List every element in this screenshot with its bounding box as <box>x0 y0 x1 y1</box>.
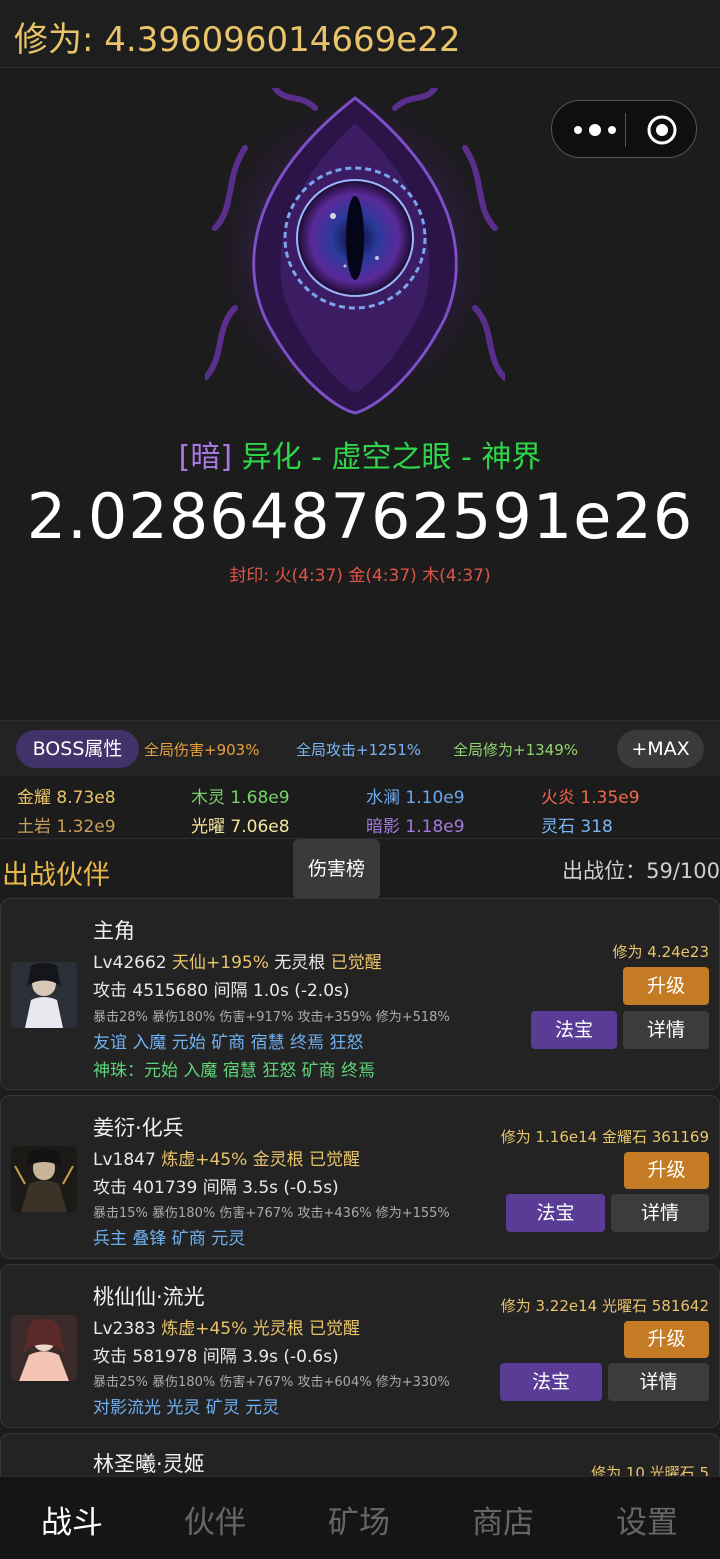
partner-awakened: 已觉醒 <box>309 1319 361 1339</box>
partner-right-info: 修为 4.24e23 <box>612 943 709 961</box>
more-icon[interactable] <box>570 116 620 144</box>
tab-battle[interactable]: 战斗 <box>41 1497 103 1542</box>
close-miniprogram-icon[interactable] <box>646 114 678 146</box>
partner-avatar[interactable] <box>11 962 77 1028</box>
damage-ranking-button[interactable]: 伤害榜 <box>293 839 380 899</box>
partner-card: 主角 Lv42662 天仙+195% 无灵根 已觉醒 攻击 4515680 间隔… <box>0 898 720 1090</box>
boss-attributes-button[interactable]: BOSS属性 <box>16 730 139 768</box>
max-button[interactable]: +MAX <box>617 730 704 768</box>
detail-button[interactable]: 详情 <box>623 1011 709 1049</box>
global-attack-buff: 全局攻击+1251% <box>296 741 421 759</box>
upgrade-button[interactable]: 升级 <box>624 1321 709 1358</box>
section-title: 出战伙伴 <box>2 860 110 891</box>
miniprogram-capsule <box>551 100 697 158</box>
partner-skills: 友谊 入魔 元始 矿商 宿慧 终焉 狂怒 <box>93 1033 364 1053</box>
upgrade-button[interactable]: 升级 <box>624 1152 709 1189</box>
partner-avatar[interactable] <box>11 1146 77 1212</box>
partner-awakened: 已觉醒 <box>330 953 382 973</box>
partner-avatar[interactable] <box>11 1315 77 1381</box>
capsule-divider <box>625 113 626 147</box>
resource-earth: 土岩 1.32e9 <box>17 817 116 837</box>
partner-root: 无灵根 <box>274 953 326 973</box>
boss-void-eye-image[interactable] <box>205 88 505 418</box>
treasure-button[interactable]: 法宝 <box>500 1363 602 1401</box>
global-cultivation-buff: 全局修为+1349% <box>453 741 578 759</box>
partner-name: 桃仙仙·流光 <box>93 1285 205 1309</box>
partner-stats: 暴击25% 暴伤180% 伤害+767% 攻击+604% 修为+330% <box>93 1375 450 1390</box>
partner-attack: 攻击 581978 间隔 3.9s (-0.6s) <box>93 1347 339 1367</box>
partner-level: Lv42662 <box>93 953 167 973</box>
partner-right-info: 修为 1.16e14 金耀石 361169 <box>500 1128 709 1146</box>
partners-section-header: 出战伙伴 伤害榜 出战位：59/100 <box>0 838 720 899</box>
partner-level: Lv2383 <box>93 1319 156 1339</box>
treasure-button[interactable]: 法宝 <box>531 1011 617 1049</box>
tab-shop[interactable]: 商店 <box>472 1497 534 1542</box>
tab-mine[interactable]: 矿场 <box>328 1497 390 1542</box>
resource-dark: 暗影 1.18e9 <box>366 817 465 837</box>
tab-partners[interactable]: 伙伴 <box>184 1497 246 1542</box>
detail-button[interactable]: 详情 <box>611 1194 709 1232</box>
boss-seal-status: 封印: 火(4:37) 金(4:37) 木(4:37) <box>229 566 491 586</box>
partner-stats: 暴击28% 暴伤180% 伤害+917% 攻击+359% 修为+518% <box>93 1010 450 1025</box>
boss-title: [暗] 异化 - 虚空之眼 - 神界 <box>0 432 720 476</box>
boss-attribute-bar: BOSS属性 全局伤害+903% 全局攻击+1251% 全局修为+1349% +… <box>0 720 720 776</box>
upgrade-button[interactable]: 升级 <box>623 967 709 1005</box>
tab-settings[interactable]: 设置 <box>616 1497 678 1542</box>
partner-beads: 神珠：元始 入魔 宿慧 狂怒 矿商 终焉 <box>93 1061 376 1081</box>
deploy-slots: 出战位：59/100 <box>562 859 720 883</box>
partner-root: 光灵根 <box>252 1319 304 1339</box>
partner-attack: 攻击 401739 间隔 3.5s (-0.5s) <box>93 1178 339 1198</box>
partner-level: Lv1847 <box>93 1150 156 1170</box>
boss-hp: 2.028648762591e26 <box>26 480 694 553</box>
treasure-button[interactable]: 法宝 <box>506 1194 605 1232</box>
resource-wood: 木灵 1.68e9 <box>191 788 290 808</box>
bottom-tab-bar: 战斗 伙伴 矿场 商店 设置 <box>0 1476 720 1559</box>
partner-awakened: 已觉醒 <box>309 1150 361 1170</box>
resource-gold: 金耀 8.73e8 <box>17 788 116 808</box>
partner-level-line: Lv2383 炼虚+45% 光灵根 已觉醒 <box>93 1314 360 1339</box>
partner-name: 林圣曦·灵姬 <box>93 1452 205 1476</box>
global-damage-buff: 全局伤害+903% <box>144 741 260 759</box>
partner-root: 金灵根 <box>252 1150 304 1170</box>
partner-stats: 暴击15% 暴伤180% 伤害+767% 攻击+436% 修为+155% <box>93 1206 450 1221</box>
partner-level-line: Lv42662 天仙+195% 无灵根 已觉醒 <box>93 948 382 973</box>
partner-right-info: 修为 3.22e14 光曜石 581642 <box>500 1297 709 1315</box>
detail-button[interactable]: 详情 <box>608 1363 709 1401</box>
cultivation-total: 修为: 4.396096014669e22 <box>14 20 461 60</box>
resource-spirit-stone: 灵石 318 <box>541 817 613 837</box>
partner-name: 姜衍·化兵 <box>93 1116 184 1140</box>
partner-card: 桃仙仙·流光 Lv2383 炼虚+45% 光灵根 已觉醒 攻击 581978 间… <box>0 1264 720 1428</box>
resource-light: 光曜 7.06e8 <box>191 817 290 837</box>
partner-attack: 攻击 4515680 间隔 1.0s (-2.0s) <box>93 981 350 1001</box>
partner-realm: 炼虚+45% <box>161 1150 248 1170</box>
resource-fire: 火炎 1.35e9 <box>541 788 640 808</box>
partner-card: 姜衍·化兵 Lv1847 炼虚+45% 金灵根 已觉醒 攻击 401739 间隔… <box>0 1095 720 1259</box>
partner-name: 主角 <box>93 919 135 943</box>
resource-water: 水澜 1.10e9 <box>366 788 465 808</box>
boss-name: 异化 - 虚空之眼 - 神界 <box>241 440 542 475</box>
partner-realm: 炼虚+45% <box>161 1319 248 1339</box>
boss-element: [暗] <box>178 440 233 475</box>
partner-skills: 兵主 叠锋 矿商 元灵 <box>93 1229 246 1249</box>
partner-skills: 对影流光 光灵 矿灵 元灵 <box>93 1398 280 1418</box>
resource-grid: 金耀 8.73e8 木灵 1.68e9 水澜 1.10e9 火炎 1.35e9 … <box>0 777 720 837</box>
partner-realm: 天仙+195% <box>172 953 269 973</box>
partner-level-line: Lv1847 炼虚+45% 金灵根 已觉醒 <box>93 1145 360 1170</box>
top-bar: 修为: 4.396096014669e22 <box>0 0 720 68</box>
